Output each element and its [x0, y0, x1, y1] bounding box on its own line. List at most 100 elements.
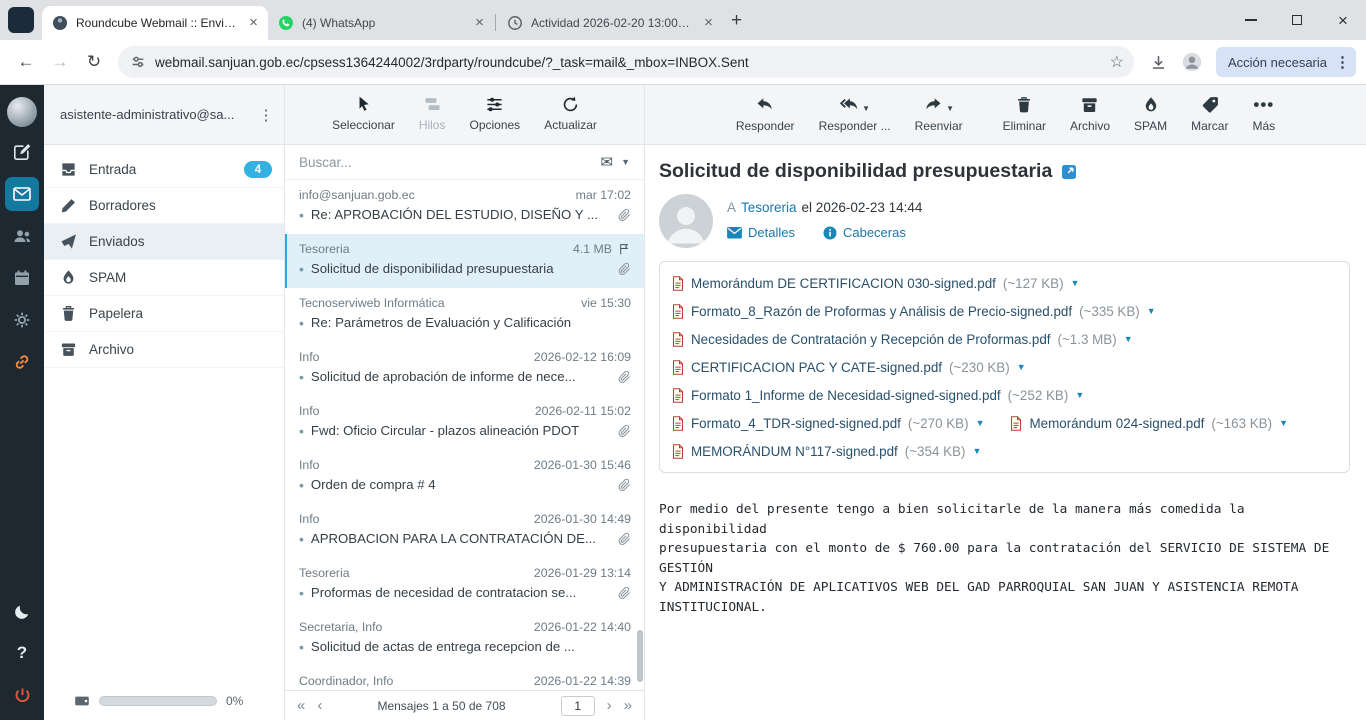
moon-icon [13, 602, 32, 621]
more-button[interactable]: ••• Más [1252, 95, 1275, 144]
bookmark-star-icon[interactable]: ☆ [1110, 52, 1124, 72]
window-maximize-button[interactable] [1274, 0, 1320, 40]
logout-button[interactable] [5, 678, 39, 712]
attachment-menu-caret-icon[interactable]: ▼ [1147, 306, 1156, 316]
attachment-menu-caret-icon[interactable]: ▼ [1279, 418, 1288, 428]
threads-button[interactable]: Hilos [419, 95, 446, 144]
mark-button[interactable]: Marcar [1191, 95, 1228, 144]
tab-close-icon[interactable]: × [471, 15, 488, 32]
mail-task-button[interactable] [5, 177, 39, 211]
archive-button[interactable]: Archivo [1070, 95, 1110, 144]
tab-close-icon[interactable]: × [245, 15, 262, 32]
site-settings-icon[interactable] [130, 54, 146, 70]
list-scrollbar-thumb[interactable] [637, 630, 643, 682]
tab-roundcube[interactable]: Roundcube Webmail :: Enviados × [42, 6, 268, 40]
attachment-menu-caret-icon[interactable]: ▼ [1017, 362, 1026, 372]
select-button[interactable]: Seleccionar [332, 95, 395, 144]
search-input[interactable] [299, 155, 593, 170]
search-options-caret-icon[interactable]: ▼ [621, 157, 630, 167]
profile-button[interactable] [1176, 46, 1208, 78]
search-bar: ✉ ▼ [285, 145, 644, 180]
message-row[interactable]: Info 2026-01-30 15:46 • Orden de compra … [285, 450, 644, 504]
details-link[interactable]: Detalles [727, 225, 795, 240]
folder-item-archivo[interactable]: Archivo [44, 332, 284, 368]
attachment-clip-icon [618, 586, 631, 600]
folder-item-borradores[interactable]: Borradores [44, 188, 284, 224]
maximize-icon [1292, 15, 1302, 25]
attachment-menu-caret-icon[interactable]: ▼ [1071, 278, 1080, 288]
reply-icon [755, 95, 775, 115]
attachment-menu-caret-icon[interactable]: ▼ [1075, 390, 1084, 400]
headers-link[interactable]: Cabeceras [823, 225, 906, 240]
delete-button[interactable]: Eliminar [1003, 95, 1046, 144]
window-controls: × [1228, 0, 1366, 40]
message-row[interactable]: Tesoreria 4.1 MB • Solicitud de disponib… [285, 234, 644, 288]
settings-button[interactable] [5, 303, 39, 337]
attachment-size: (~127 KB) [1003, 276, 1064, 291]
browser-menu-icon[interactable]: ⋮ [1335, 53, 1350, 71]
attachment-menu-caret-icon[interactable]: ▼ [976, 418, 985, 428]
compose-button[interactable] [5, 135, 39, 169]
spam-button[interactable]: SPAM [1134, 95, 1167, 144]
account-menu-icon[interactable]: ⋮ [258, 106, 274, 124]
window-close-button[interactable]: × [1320, 0, 1366, 40]
attachment-item[interactable]: MEMORÁNDUM N°117-signed.pdf (~354 KB) ▼ [672, 437, 981, 465]
folder-item-enviados[interactable]: Enviados [44, 224, 284, 260]
contacts-button[interactable] [5, 219, 39, 253]
attachment-item[interactable]: Formato 1_Informe de Necesidad-signed-si… [672, 381, 1084, 409]
forward-button[interactable]: ▼ Reenviar [915, 95, 963, 144]
refresh-button[interactable]: Actualizar [544, 95, 597, 144]
message-sender: Coordinador, Info [299, 674, 528, 688]
message-row[interactable]: Info 2026-01-30 14:49 • APROBACION PARA … [285, 504, 644, 558]
external-apps-button[interactable] [5, 345, 39, 379]
page-number-input[interactable] [561, 696, 595, 716]
reply-button[interactable]: Responder [736, 95, 795, 144]
search-scope-mail-icon[interactable]: ✉ [601, 153, 614, 171]
downloads-button[interactable] [1142, 46, 1174, 78]
flag-icon[interactable] [618, 242, 631, 256]
folder-item-spam[interactable]: SPAM [44, 260, 284, 296]
reply-all-button[interactable]: ▼ Responder ... [819, 95, 891, 144]
message-row[interactable]: Secretaria, Info 2026-01-22 14:40 • Soli… [285, 612, 644, 666]
reply-all-icon [839, 95, 859, 115]
new-tab-button[interactable]: + [731, 11, 742, 30]
folder-item-papelera[interactable]: Papelera [44, 296, 284, 332]
message-row[interactable]: Tecnoserviweb Informática vie 15:30 • Re… [285, 288, 644, 342]
message-row[interactable]: Info 2026-02-11 15:02 • Fwd: Oficio Circ… [285, 396, 644, 450]
reload-button[interactable]: ↻ [78, 46, 110, 78]
window-minimize-button[interactable] [1228, 0, 1274, 40]
folder-item-entrada[interactable]: Entrada 4 [44, 152, 284, 188]
forward-button[interactable]: → [44, 46, 76, 78]
attachment-menu-caret-icon[interactable]: ▼ [1124, 334, 1133, 344]
message-row[interactable]: Info 2026-02-12 16:09 • Solicitud de apr… [285, 342, 644, 396]
attachment-item[interactable]: Memorándum DE CERTIFICACION 030-signed.p… [672, 269, 1079, 297]
message-row[interactable]: Tesoreria 2026-01-29 13:14 • Proformas d… [285, 558, 644, 612]
next-page-button[interactable]: › [607, 698, 612, 713]
attachment-item[interactable]: Necesidades de Contratación y Recepción … [672, 325, 1133, 353]
options-button[interactable]: Opciones [469, 95, 520, 144]
calendar-button[interactable] [5, 261, 39, 295]
tab-close-icon[interactable]: × [700, 15, 717, 32]
open-in-new-window-icon[interactable] [1061, 164, 1077, 180]
last-page-button[interactable]: » [624, 698, 632, 713]
attachment-menu-caret-icon[interactable]: ▼ [972, 446, 981, 456]
forward-caret-icon[interactable]: ▼ [946, 104, 954, 115]
back-button[interactable]: ← [10, 46, 42, 78]
help-button[interactable]: ? [5, 636, 39, 670]
first-page-button[interactable]: « [297, 698, 305, 713]
attachment-item[interactable]: Formato_8_Razón de Proformas y Análisis … [672, 297, 1156, 325]
attachment-item[interactable]: Memorándum 024-signed.pdf (~163 KB) ▼ [1010, 409, 1288, 437]
attachment-item[interactable]: CERTIFICACION PAC Y CATE-signed.pdf (~23… [672, 353, 1026, 381]
action-needed-chip[interactable]: Acción necesaria ⋮ [1216, 47, 1356, 77]
address-bar[interactable]: webmail.sanjuan.gob.ec/cpsess1364244002/… [118, 46, 1134, 78]
dark-mode-button[interactable] [5, 594, 39, 628]
tab-actividad[interactable]: Actividad 2026-02-20 13:00:00 × [497, 6, 723, 40]
browser-logo-icon[interactable] [8, 7, 34, 33]
reply-all-caret-icon[interactable]: ▼ [862, 104, 870, 115]
attachment-item[interactable]: Formato_4_TDR-signed-signed.pdf (~270 KB… [672, 409, 984, 437]
message-row[interactable]: info@sanjuan.gob.ec mar 17:02 • Re: APRO… [285, 180, 644, 234]
tab-whatsapp[interactable]: (4) WhatsApp × [268, 6, 494, 40]
prev-page-button[interactable]: ‹ [317, 698, 322, 713]
message-row[interactable]: Coordinador, Info 2026-01-22 14:39 • Sol… [285, 666, 644, 690]
recipient-link[interactable]: Tesoreria [741, 200, 797, 215]
